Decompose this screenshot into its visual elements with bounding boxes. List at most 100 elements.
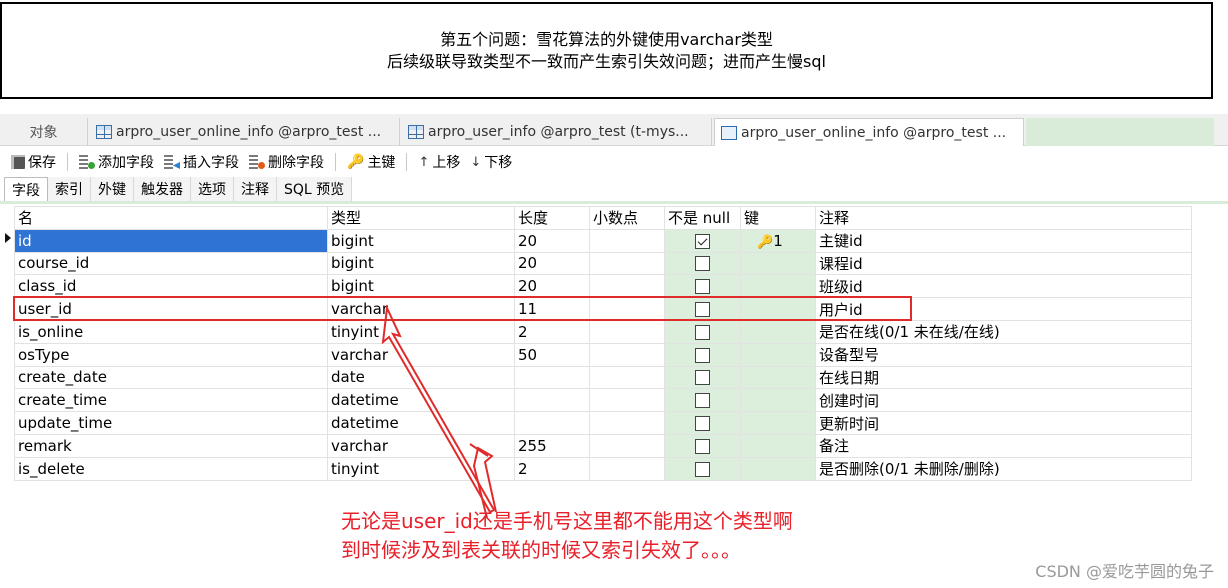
field-name-cell[interactable]: id: [14, 228, 328, 253]
subtab-sql-preview[interactable]: SQL 预览: [277, 177, 353, 201]
col-header-decimal[interactable]: 小数点: [589, 206, 665, 230]
table-row[interactable]: is_delete tinyint 2 是否删除(0/1 未删除/删除): [14, 456, 1192, 481]
field-comment-cell[interactable]: 更新时间: [815, 411, 1192, 435]
key-cell[interactable]: [740, 433, 816, 458]
field-type-cell[interactable]: tinyint: [327, 319, 515, 344]
field-name-cell[interactable]: is_delete: [14, 456, 328, 481]
field-name-cell[interactable]: is_online: [14, 319, 328, 344]
field-type-cell[interactable]: bigint: [327, 251, 515, 276]
not-null-checkbox[interactable]: [695, 302, 710, 318]
save-button[interactable]: 保存: [6, 150, 61, 174]
field-length-cell[interactable]: 50: [514, 342, 590, 367]
table-row[interactable]: class_id bigint 20 班级id: [14, 274, 1192, 299]
field-length-cell[interactable]: [514, 365, 590, 390]
tab-table-design-active[interactable]: arpro_user_online_info @arpro_test ...: [714, 118, 1024, 146]
field-type-cell[interactable]: bigint: [327, 274, 515, 299]
tab-table-1[interactable]: arpro_user_online_info @arpro_test ...: [90, 118, 400, 146]
subtab-fields[interactable]: 字段: [4, 177, 48, 201]
key-cell[interactable]: [740, 388, 816, 413]
not-null-checkbox[interactable]: [695, 461, 710, 477]
field-decimal-cell[interactable]: [589, 388, 665, 413]
col-header-length[interactable]: 长度: [514, 206, 590, 230]
field-comment-cell[interactable]: 创建时间: [815, 388, 1192, 413]
field-comment-cell[interactable]: 主键id: [815, 228, 1192, 253]
col-header-type[interactable]: 类型: [327, 206, 515, 230]
key-cell[interactable]: [740, 342, 816, 367]
add-field-button[interactable]: 添加字段: [74, 150, 159, 174]
field-type-cell[interactable]: varchar: [327, 433, 515, 458]
field-name-cell[interactable]: class_id: [14, 274, 328, 299]
field-comment-cell[interactable]: 班级id: [815, 274, 1192, 299]
field-length-cell[interactable]: 20: [514, 251, 590, 276]
field-name-cell[interactable]: remark: [14, 433, 328, 458]
not-null-checkbox[interactable]: [695, 438, 710, 454]
field-name-cell[interactable]: create_time: [14, 388, 328, 413]
col-header-not-null[interactable]: 不是 null: [664, 206, 741, 230]
field-type-cell[interactable]: datetime: [327, 411, 515, 435]
not-null-checkbox[interactable]: [695, 393, 710, 409]
field-length-cell[interactable]: 255: [514, 433, 590, 458]
field-decimal-cell[interactable]: [589, 228, 665, 253]
field-type-cell[interactable]: tinyint: [327, 456, 515, 481]
field-type-cell[interactable]: bigint: [327, 228, 515, 253]
subtab-triggers[interactable]: 触发器: [134, 177, 191, 201]
key-cell[interactable]: [740, 251, 816, 276]
tab-objects[interactable]: 对象: [0, 118, 88, 146]
key-cell[interactable]: [740, 297, 816, 321]
table-row[interactable]: update_time datetime 更新时间: [14, 411, 1192, 435]
field-type-cell[interactable]: varchar: [327, 342, 515, 367]
key-cell[interactable]: [740, 456, 816, 481]
field-comment-cell[interactable]: 在线日期: [815, 365, 1192, 390]
subtab-indexes[interactable]: 索引: [48, 177, 91, 201]
field-comment-cell[interactable]: 是否在线(0/1 未在线/在线): [815, 319, 1192, 344]
not-null-checkbox[interactable]: [695, 416, 710, 432]
field-length-cell[interactable]: [514, 388, 590, 413]
field-decimal-cell[interactable]: [589, 433, 665, 458]
table-row[interactable]: course_id bigint 20 课程id: [14, 251, 1192, 276]
col-header-key[interactable]: 键: [740, 206, 816, 230]
table-row[interactable]: osType varchar 50 设备型号: [14, 342, 1192, 367]
field-length-cell[interactable]: 20: [514, 274, 590, 299]
field-name-cell[interactable]: create_date: [14, 365, 328, 390]
field-length-cell[interactable]: 20: [514, 228, 590, 253]
subtab-foreign-keys[interactable]: 外键: [91, 177, 134, 201]
not-null-checkbox[interactable]: [695, 256, 710, 272]
field-decimal-cell[interactable]: [589, 297, 665, 321]
table-row[interactable]: id bigint 20 🔑1 主键id: [14, 228, 1192, 253]
field-length-cell[interactable]: 2: [514, 319, 590, 344]
field-name-cell[interactable]: course_id: [14, 251, 328, 276]
move-up-button[interactable]: ↑ 上移: [413, 150, 465, 174]
key-cell[interactable]: [740, 365, 816, 390]
not-null-checkbox[interactable]: [695, 324, 710, 340]
field-comment-cell[interactable]: 备注: [815, 433, 1192, 458]
field-length-cell[interactable]: 2: [514, 456, 590, 481]
primary-key-button[interactable]: 🔑 主键: [342, 150, 400, 174]
field-decimal-cell[interactable]: [589, 365, 665, 390]
field-decimal-cell[interactable]: [589, 456, 665, 481]
key-cell[interactable]: [740, 274, 816, 299]
field-comment-cell[interactable]: 用户id: [815, 297, 1192, 321]
field-decimal-cell[interactable]: [589, 411, 665, 435]
move-down-button[interactable]: ↓ 下移: [465, 150, 517, 174]
field-decimal-cell[interactable]: [589, 319, 665, 344]
field-length-cell[interactable]: [514, 411, 590, 435]
delete-field-button[interactable]: 删除字段: [244, 150, 329, 174]
table-row[interactable]: remark varchar 255 备注: [14, 433, 1192, 458]
key-cell[interactable]: [740, 411, 816, 435]
field-name-cell[interactable]: osType: [14, 342, 328, 367]
key-cell[interactable]: 🔑1: [740, 228, 816, 253]
not-null-checkbox[interactable]: [695, 370, 710, 386]
field-type-cell[interactable]: varchar: [327, 297, 515, 321]
not-null-checkbox[interactable]: [695, 279, 710, 295]
tab-table-2[interactable]: arpro_user_info @arpro_test (t-mys...: [402, 118, 712, 146]
col-header-comment[interactable]: 注释: [815, 206, 1192, 230]
insert-field-button[interactable]: 插入字段: [159, 150, 244, 174]
field-name-cell[interactable]: update_time: [14, 411, 328, 435]
field-decimal-cell[interactable]: [589, 251, 665, 276]
table-row[interactable]: is_online tinyint 2 是否在线(0/1 未在线/在线): [14, 319, 1192, 344]
field-type-cell[interactable]: date: [327, 365, 515, 390]
subtab-comment[interactable]: 注释: [234, 177, 277, 201]
table-row[interactable]: user_id varchar 11 用户id: [14, 297, 1192, 321]
table-row[interactable]: create_time datetime 创建时间: [14, 388, 1192, 413]
subtab-options[interactable]: 选项: [191, 177, 234, 201]
